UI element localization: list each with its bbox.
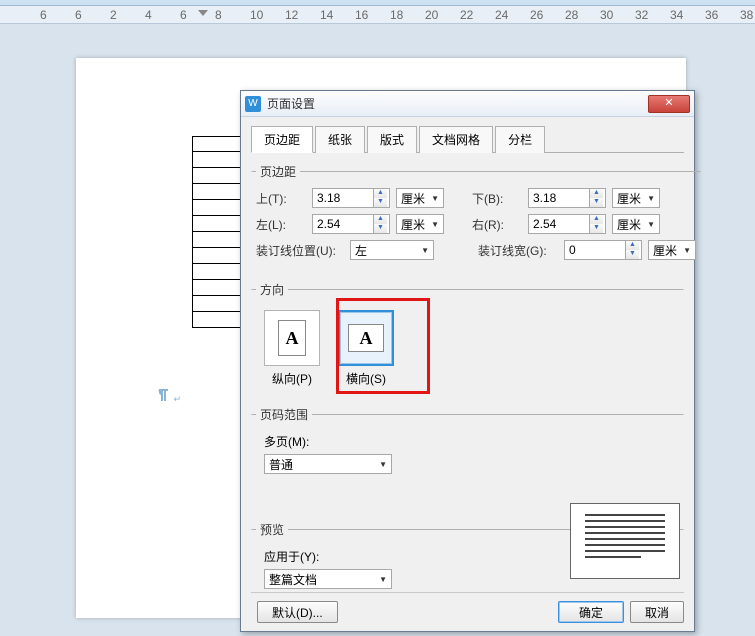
spin-up-icon[interactable]: ▲ [590,215,603,224]
right-label: 右(R): [472,216,524,233]
spin-down-icon[interactable]: ▼ [374,198,387,207]
close-button[interactable]: ✕ [648,95,690,113]
gutter-width-label: 装订线宽(G): [478,242,560,259]
portrait-label: 纵向(P) [264,370,320,387]
top-label: 上(T): [256,190,308,207]
top-unit-combo[interactable]: 厘米▼ [396,188,444,208]
paragraph-mark-icon: ↵ [158,388,181,405]
chevron-down-icon: ▼ [431,220,439,229]
gutter-width-spinner[interactable]: ▲▼ [564,240,642,260]
gutter-pos-combo[interactable]: 左▼ [350,240,434,260]
orientation-landscape[interactable]: A 横向(S) [338,310,394,387]
default-button[interactable]: 默认(D)... [257,601,338,623]
left-label: 左(L): [256,216,308,233]
tab-strip: 页边距 纸张 版式 文档网格 分栏 [251,125,684,153]
margins-group: 页边距 上(T): ▲▼ 厘米▼ 下(B): ▲▼ 厘米▼ 左(L): ▲▼ 厘… [251,163,701,271]
spin-down-icon[interactable]: ▼ [590,198,603,207]
spin-up-icon[interactable]: ▲ [626,241,639,250]
left-input[interactable] [313,215,373,233]
cancel-button[interactable]: 取消 [630,601,684,623]
right-unit-combo[interactable]: 厘米▼ [612,214,660,234]
chevron-down-icon: ▼ [421,246,429,255]
gutter-unit-combo[interactable]: 厘米▼ [648,240,696,260]
spin-up-icon[interactable]: ▲ [374,189,387,198]
spin-up-icon[interactable]: ▲ [374,215,387,224]
app-icon: W [245,96,261,112]
tab-margins[interactable]: 页边距 [251,126,313,153]
gutter-width-input[interactable] [565,241,625,259]
bottom-input[interactable] [529,189,589,207]
horizontal-ruler: 662468101214161820222426283032343638 [0,6,755,24]
tab-layout[interactable]: 版式 [367,126,417,153]
chevron-down-icon: ▼ [683,246,691,255]
multipage-label: 多页(M): [264,433,671,450]
tab-grid[interactable]: 文档网格 [419,126,493,153]
chevron-down-icon: ▼ [379,575,387,584]
page-range-group: 页码范围 多页(M): 普通▼ [251,406,684,481]
dialog-title: 页面设置 [267,95,648,112]
tab-columns[interactable]: 分栏 [495,126,545,153]
top-input[interactable] [313,189,373,207]
gutter-pos-label: 装订线位置(U): [256,242,346,259]
landscape-icon: A [348,324,384,352]
chevron-down-icon: ▼ [647,194,655,203]
page-range-legend: 页码范围 [256,406,312,423]
right-spinner[interactable]: ▲▼ [528,214,606,234]
orientation-legend: 方向 [256,281,288,298]
dialog-titlebar[interactable]: W 页面设置 ✕ [241,91,694,117]
spin-down-icon[interactable]: ▼ [590,224,603,233]
preview-legend: 预览 [256,521,288,538]
left-spinner[interactable]: ▲▼ [312,214,390,234]
orientation-group: 方向 A 纵向(P) A 横向(S) [251,281,684,396]
bottom-label: 下(B): [472,190,524,207]
spin-down-icon[interactable]: ▼ [626,250,639,259]
bottom-spinner[interactable]: ▲▼ [528,188,606,208]
margins-legend: 页边距 [256,163,300,180]
spin-up-icon[interactable]: ▲ [590,189,603,198]
ok-button[interactable]: 确定 [558,601,624,623]
apply-to-combo[interactable]: 整篇文档▼ [264,569,392,589]
right-input[interactable] [529,215,589,233]
portrait-icon: A [278,320,306,356]
bottom-unit-combo[interactable]: 厘米▼ [612,188,660,208]
multipage-combo[interactable]: 普通▼ [264,454,392,474]
landscape-label: 横向(S) [338,370,394,387]
orientation-portrait[interactable]: A 纵向(P) [264,310,320,387]
chevron-down-icon: ▼ [431,194,439,203]
page-setup-dialog: W 页面设置 ✕ 页边距 纸张 版式 文档网格 分栏 页边距 上(T): ▲▼ … [240,90,695,632]
preview-thumbnail [570,503,680,579]
chevron-down-icon: ▼ [647,220,655,229]
tab-paper[interactable]: 纸张 [315,126,365,153]
ruler-indent-marker[interactable] [198,10,208,16]
chevron-down-icon: ▼ [379,460,387,469]
spin-down-icon[interactable]: ▼ [374,224,387,233]
top-spinner[interactable]: ▲▼ [312,188,390,208]
left-unit-combo[interactable]: 厘米▼ [396,214,444,234]
